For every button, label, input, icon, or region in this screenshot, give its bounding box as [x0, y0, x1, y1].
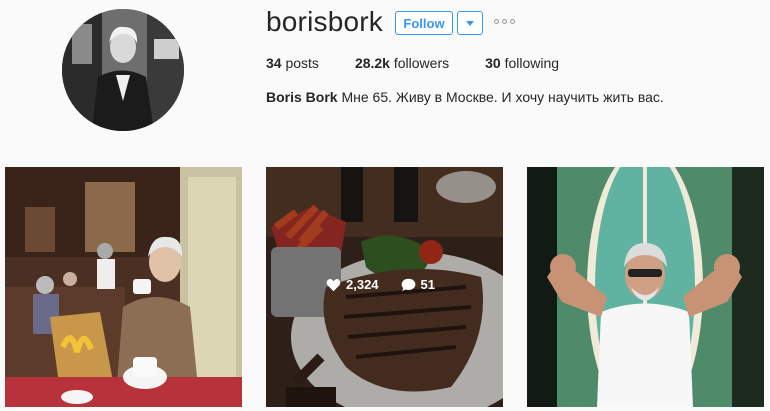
post-photo-flexing — [527, 167, 764, 407]
post-thumbnail-3[interactable] — [527, 167, 764, 407]
likes-count-group: 2,324 — [326, 277, 379, 292]
heart-icon — [326, 278, 341, 291]
comment-icon — [401, 278, 415, 291]
profile-bio: Boris Bork Мне 65. Живу в Москве. И хочу… — [266, 89, 664, 105]
more-options-icon[interactable] — [494, 19, 515, 24]
followers-count: 28.2k — [354, 55, 390, 71]
followers-label: followers — [389, 55, 450, 71]
chevron-down-icon — [466, 20, 474, 26]
follow-button[interactable]: Follow — [395, 11, 453, 35]
following-count: 30 — [485, 55, 501, 71]
likes-count: 2,324 — [346, 277, 379, 292]
following-label: following — [500, 55, 560, 71]
bio-name: Boris Bork — [266, 89, 338, 105]
posts-count: 34 — [266, 55, 282, 71]
post-thumbnail-1[interactable] — [5, 167, 242, 407]
profile-stats: 34 posts 28.2k followers 30 following — [266, 55, 595, 71]
comments-count-group: 51 — [401, 277, 435, 292]
comments-count: 51 — [420, 277, 436, 292]
bio-text: Мне 65. Живу в Москве. И хочу научить жи… — [337, 89, 664, 105]
post-thumbnail-2[interactable]: 2,324 51 — [266, 167, 503, 407]
profile-avatar[interactable] — [62, 9, 184, 131]
followers-stat[interactable]: 28.2k followers — [355, 55, 449, 71]
posts-label: posts — [281, 55, 319, 71]
following-stat[interactable]: 30 following — [485, 55, 559, 71]
profile-username: borisbork — [266, 6, 383, 37]
suggested-dropdown-button[interactable] — [457, 11, 483, 35]
post-engagement-counts: 2,324 51 — [326, 277, 457, 292]
posts-stat: 34 posts — [266, 55, 319, 71]
post-photo-cafe — [5, 167, 242, 407]
